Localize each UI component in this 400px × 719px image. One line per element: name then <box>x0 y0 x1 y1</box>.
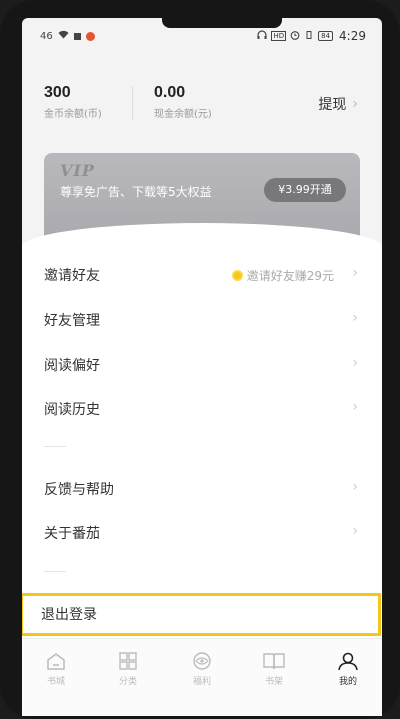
invite-reward: 邀请好友赚29元 <box>231 267 334 284</box>
phone-speaker <box>162 18 282 28</box>
tab-label: 分类 <box>118 677 137 687</box>
battery-icon: 84 <box>318 31 334 41</box>
tab-bookstore[interactable]: 书城 <box>26 651 86 687</box>
vip-open-button[interactable]: ¥3.99开通 <box>264 178 346 202</box>
tab-mine[interactable]: 我的 <box>318 651 378 687</box>
logout-button[interactable]: 退出登录 <box>22 593 381 636</box>
menu-item-label: 关于番茄 <box>44 526 100 542</box>
menu-item-invite[interactable]: 邀请好友 邀请好友赚29元 › <box>22 253 382 297</box>
app-notification-icon <box>85 31 95 41</box>
grid-icon <box>119 652 137 670</box>
profile-icon <box>338 652 358 671</box>
hd-icon: HD <box>271 31 287 41</box>
chevron-right-icon: › <box>352 310 358 326</box>
cash-balance-value: 0.00 <box>154 84 186 101</box>
coin-balance[interactable]: 300 金币余额(币) <box>44 84 102 120</box>
home-icon <box>47 653 65 670</box>
status-bar: 46 HD 84 4:29 <box>22 26 382 48</box>
tab-label: 书架 <box>264 677 283 687</box>
section-divider <box>44 571 66 572</box>
vibrate-icon <box>304 30 314 43</box>
headphone-icon <box>257 29 268 43</box>
menu-item-friends[interactable]: 好友管理 › <box>22 298 382 342</box>
menu-item-label: 邀请好友 <box>44 268 100 284</box>
menu-item-label: 反馈与帮助 <box>44 482 114 498</box>
withdraw-label: 提现 <box>318 97 347 113</box>
notification-icon <box>73 32 81 40</box>
chevron-right-icon: › <box>352 523 358 539</box>
chevron-right-icon: › <box>352 399 358 415</box>
vip-description: 尊享免广告、下载等5大权益 <box>60 185 212 199</box>
withdraw-button[interactable]: 提现 › <box>318 94 358 114</box>
alarm-icon <box>290 30 300 43</box>
menu-item-history[interactable]: 阅读历史 › <box>22 387 382 431</box>
book-icon <box>263 653 285 670</box>
tab-label: 福利 <box>192 677 211 687</box>
coin-icon <box>231 270 243 281</box>
phone-frame: 46 HD 84 4:29 300 金币余额(币) 0.00 现金余额(元) 提… <box>0 0 400 719</box>
coin-balance-label: 金币余额(币) <box>44 109 102 120</box>
tab-bookshelf[interactable]: 书架 <box>244 651 304 687</box>
menu-item-label: 阅读偏好 <box>44 358 100 374</box>
eye-icon <box>193 652 211 670</box>
bottom-tab-bar: 书城 分类 福利 书架 我的 <box>22 638 382 716</box>
wifi-icon <box>58 30 69 42</box>
menu-item-feedback[interactable]: 反馈与帮助 › <box>22 467 382 511</box>
screen: 46 HD 84 4:29 300 金币余额(币) 0.00 现金余额(元) 提… <box>22 18 382 716</box>
logout-label: 退出登录 <box>41 607 97 623</box>
clock: 4:29 <box>339 29 366 43</box>
cash-balance[interactable]: 0.00 现金余额(元) <box>154 84 212 120</box>
menu-item-preference[interactable]: 阅读偏好 › <box>22 343 382 387</box>
menu-item-label: 好友管理 <box>44 313 100 329</box>
chevron-right-icon: › <box>352 265 358 281</box>
section-divider <box>44 446 66 447</box>
menu-item-about[interactable]: 关于番茄 › <box>22 511 382 555</box>
vip-title: VIP <box>60 161 95 180</box>
cash-balance-label: 现金余额(元) <box>154 109 212 120</box>
menu-item-label: 阅读历史 <box>44 402 100 418</box>
balance-section: 300 金币余额(币) 0.00 现金余额(元) 提现 › <box>22 84 382 134</box>
tab-label: 书城 <box>46 677 65 687</box>
tab-category[interactable]: 分类 <box>98 651 158 687</box>
coin-balance-value: 300 <box>44 84 71 101</box>
invite-reward-text: 邀请好友赚29元 <box>246 269 334 283</box>
chevron-right-icon: › <box>352 355 358 371</box>
signal-icon: 46 <box>40 30 53 42</box>
balance-divider <box>132 86 133 120</box>
tab-welfare[interactable]: 福利 <box>172 651 232 687</box>
tab-label: 我的 <box>338 677 357 687</box>
chevron-right-icon: › <box>352 479 358 495</box>
chevron-right-icon: › <box>352 96 358 112</box>
